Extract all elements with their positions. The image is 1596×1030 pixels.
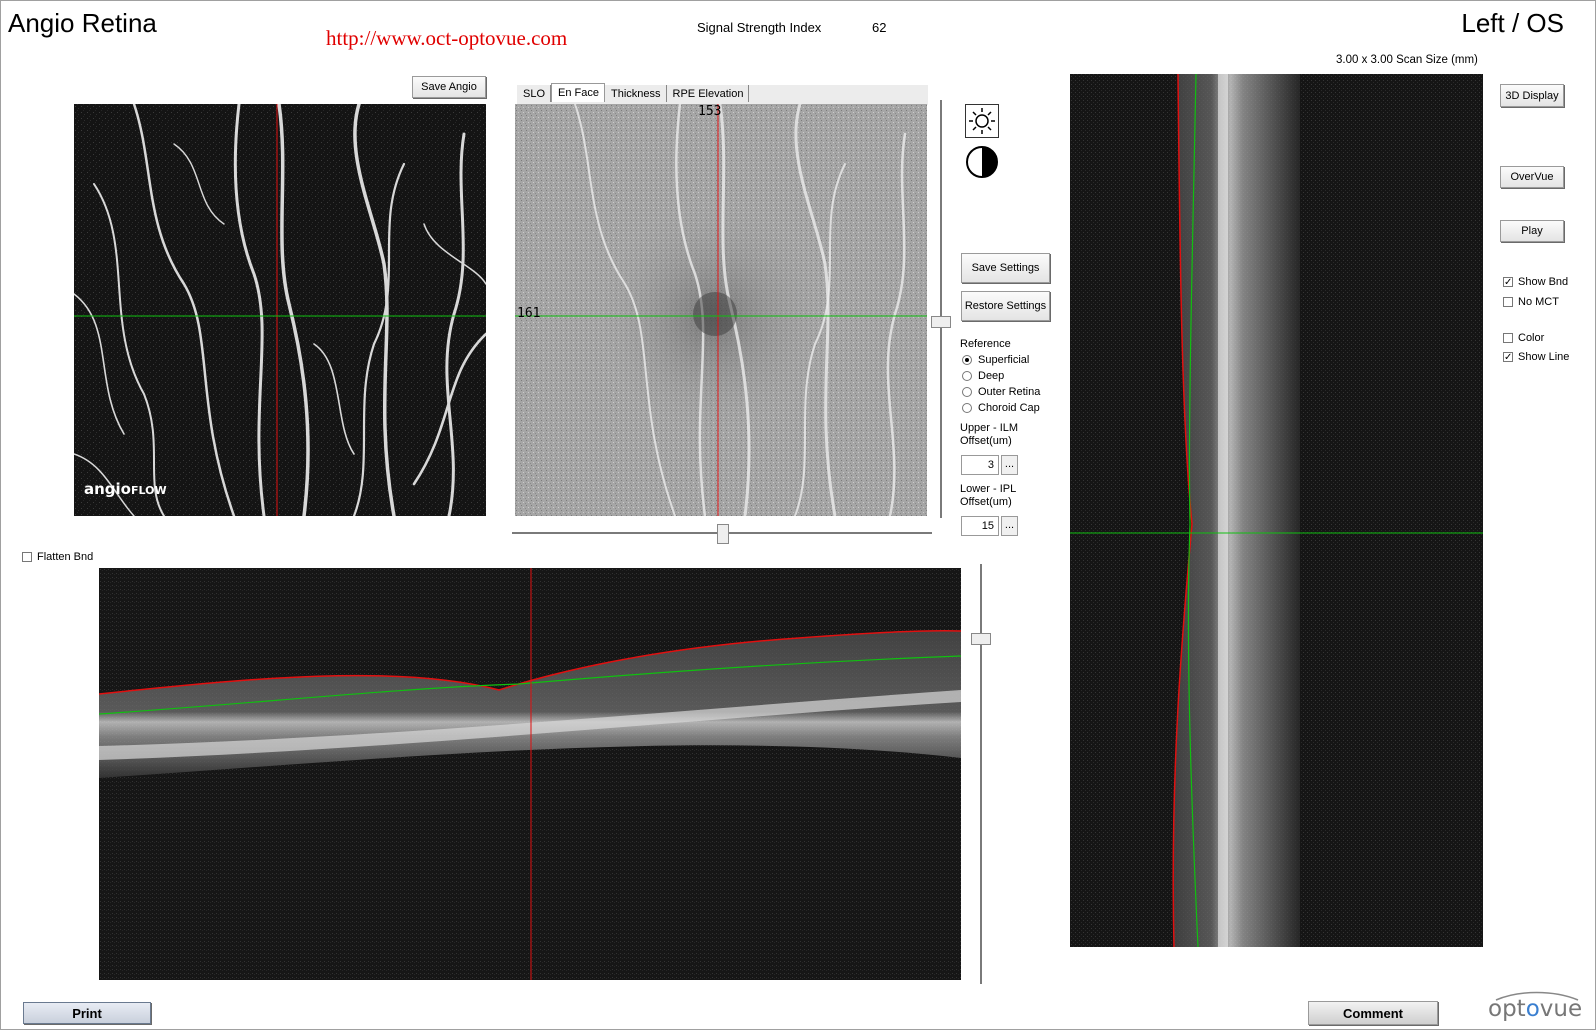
color-checkbox[interactable]: Color bbox=[1503, 332, 1544, 344]
checkbox-label: Flatten Bnd bbox=[37, 551, 94, 563]
radio-button[interactable] bbox=[962, 371, 972, 381]
tab-rpe-elevation[interactable]: RPE Elevation bbox=[667, 85, 750, 102]
optovue-logo: optovue bbox=[1488, 991, 1582, 1022]
bscan-vertical-slider-thumb[interactable] bbox=[971, 633, 991, 645]
flatten-bnd-checkbox[interactable]: Flatten Bnd bbox=[22, 551, 93, 563]
lower-offset-input[interactable]: 15 bbox=[961, 516, 999, 536]
checkbox-box[interactable] bbox=[22, 552, 32, 562]
enface-horizontal-slider-thumb[interactable] bbox=[717, 524, 729, 544]
x-coordinate: 153 bbox=[698, 104, 722, 119]
enface-vertical-slider-track[interactable] bbox=[940, 100, 942, 518]
restore-settings-button[interactable]: Restore Settings bbox=[961, 291, 1050, 321]
horizontal-bscan-image[interactable] bbox=[99, 568, 961, 980]
radio-label: Superficial bbox=[978, 354, 1030, 366]
sun-icon[interactable] bbox=[965, 104, 999, 138]
checkbox-box[interactable]: ✓ bbox=[1503, 277, 1513, 288]
lower-offset-label: Offset(um) bbox=[960, 496, 1012, 508]
y-coordinate: 161 bbox=[517, 306, 541, 321]
upper-offset-label: Offset(um) bbox=[960, 435, 1012, 447]
upper-boundary-label: Upper - ILM bbox=[960, 422, 1019, 434]
tab-en-face[interactable]: En Face bbox=[551, 83, 605, 102]
contrast-icon[interactable] bbox=[965, 145, 999, 179]
checkbox-label: Show Bnd bbox=[1518, 276, 1569, 288]
no-mct-checkbox[interactable]: No MCT bbox=[1503, 296, 1559, 308]
show-bnd-checkbox[interactable]: ✓ Show Bnd bbox=[1503, 276, 1568, 288]
website-url: http://www.oct-optovue.com bbox=[326, 26, 568, 50]
radio-button[interactable] bbox=[962, 403, 972, 413]
checkbox-label: Color bbox=[1518, 332, 1545, 344]
3d-display-button[interactable]: 3D Display bbox=[1500, 84, 1564, 107]
show-line-checkbox[interactable]: ✓ Show Line bbox=[1503, 351, 1569, 363]
checkbox-label: No MCT bbox=[1518, 296, 1559, 308]
eye-label: Left / OS bbox=[1461, 8, 1564, 38]
save-angio-button[interactable]: Save Angio bbox=[412, 76, 486, 98]
upper-offset-input[interactable]: 3 bbox=[961, 455, 999, 475]
radio-deep[interactable]: Deep bbox=[962, 370, 1004, 382]
overvue-button[interactable]: OverVue bbox=[1500, 166, 1564, 188]
radio-button[interactable] bbox=[962, 387, 972, 397]
enface-image[interactable] bbox=[515, 104, 927, 516]
tab-thickness[interactable]: Thickness bbox=[605, 85, 667, 102]
ssi-value: 62 bbox=[872, 20, 887, 35]
radio-choroid-cap[interactable]: Choroid Cap bbox=[962, 402, 1040, 414]
comment-button[interactable]: Comment bbox=[1308, 1001, 1438, 1025]
radio-label: Outer Retina bbox=[978, 386, 1041, 398]
bscan-vertical-slider-track[interactable] bbox=[980, 564, 982, 984]
checkbox-box[interactable]: ✓ bbox=[1503, 352, 1513, 363]
logo-arc bbox=[1495, 991, 1579, 1001]
lower-boundary-label: Lower - IPL bbox=[960, 483, 1017, 495]
scan-size-label: 3.00 x 3.00 Scan Size (mm) bbox=[1336, 54, 1478, 66]
checkbox-label: Show Line bbox=[1518, 351, 1570, 363]
save-settings-button[interactable]: Save Settings bbox=[961, 253, 1050, 283]
enface-tabs: SLO En Face Thickness RPE Elevation bbox=[517, 83, 928, 105]
checkbox-box[interactable] bbox=[1503, 297, 1513, 307]
checkbox-box[interactable] bbox=[1503, 333, 1513, 343]
radio-outer-retina[interactable]: Outer Retina bbox=[962, 386, 1040, 398]
vertical-bscan-image[interactable] bbox=[1070, 74, 1483, 947]
page-title: Angio Retina bbox=[8, 8, 157, 38]
radio-label: Deep bbox=[978, 370, 1005, 382]
enface-vertical-slider-thumb[interactable] bbox=[931, 316, 951, 328]
radio-button[interactable] bbox=[962, 355, 972, 365]
angio-image[interactable]: angioFLOW bbox=[74, 104, 486, 516]
lower-offset-more-button[interactable]: ... bbox=[1001, 516, 1018, 536]
play-button[interactable]: Play bbox=[1500, 220, 1564, 242]
radio-selected-dot bbox=[965, 358, 969, 362]
angioflow-watermark: angioFLOW bbox=[84, 480, 167, 498]
upper-offset-more-button[interactable]: ... bbox=[1001, 455, 1018, 475]
tab-slo[interactable]: SLO bbox=[517, 85, 552, 102]
print-button[interactable]: Print bbox=[23, 1002, 151, 1024]
ssi-label: Signal Strength Index bbox=[697, 20, 822, 35]
radio-label: Choroid Cap bbox=[978, 402, 1040, 414]
reference-label: Reference bbox=[960, 338, 1011, 350]
radio-superficial[interactable]: Superficial bbox=[962, 354, 1029, 366]
